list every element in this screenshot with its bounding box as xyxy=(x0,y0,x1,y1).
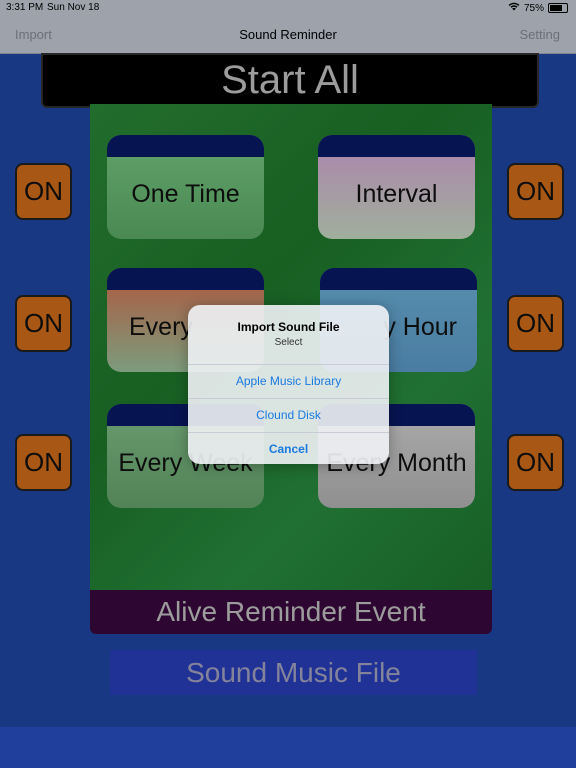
import-sound-dialog: Import Sound File Select Apple Music Lib… xyxy=(188,305,389,464)
dialog-subtitle: Select xyxy=(274,337,303,348)
apple-music-library-option[interactable]: Apple Music Library xyxy=(188,364,389,398)
cloud-disk-option[interactable]: Clound Disk xyxy=(188,398,389,432)
dialog-title: Import Sound File xyxy=(237,320,340,334)
cancel-button[interactable]: Cancel xyxy=(188,432,389,464)
dialog-actions: Apple Music Library Clound Disk Cancel xyxy=(188,364,389,464)
